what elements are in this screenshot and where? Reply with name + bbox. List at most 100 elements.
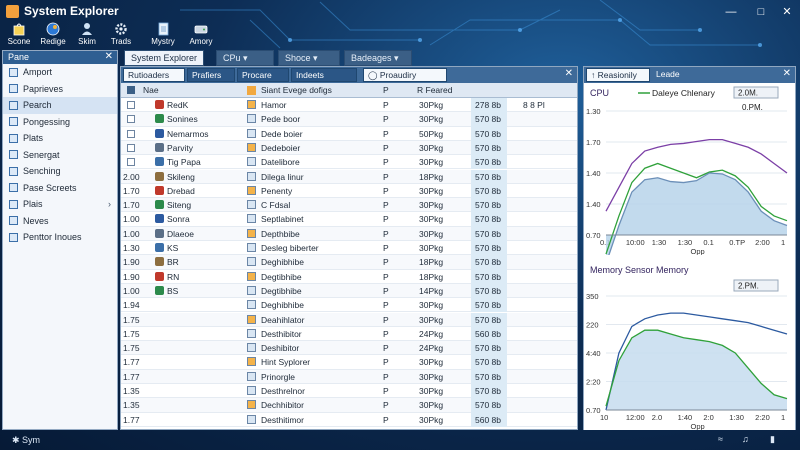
table-row[interactable]: 1.75 Deahihlator P 30Pkg 570 8b xyxy=(121,312,577,327)
process-description: Deghibhibe xyxy=(261,257,305,268)
chart-title: CPU xyxy=(590,88,609,98)
row-checkbox[interactable] xyxy=(127,115,135,124)
memory-value: 24Pkg xyxy=(419,328,444,339)
priority-value: P xyxy=(383,328,389,339)
table-row[interactable]: 1.35 Dechhibitor P 30Pkg 570 8b xyxy=(121,398,577,413)
tab-procare[interactable]: Procare xyxy=(237,68,289,82)
table-row[interactable]: RedK Hamor P 30Pkg 278 8b 8 8 Pl xyxy=(121,98,577,113)
wifi-icon: ≈ xyxy=(718,434,723,444)
x-tick-label: 0.1 xyxy=(703,238,713,247)
table-row[interactable]: 1.35 Desthrelnor P 30Pkg 570 8b xyxy=(121,384,577,399)
row-value: 1.35 xyxy=(123,386,140,396)
maximize-button[interactable]: □ xyxy=(752,5,770,19)
table-row[interactable]: 1.77 Prinorgle P 30Pkg 570 8b xyxy=(121,369,577,384)
sidebar-item[interactable]: Neves xyxy=(3,213,117,230)
size-value: 570 8b xyxy=(475,228,501,239)
table-row[interactable]: Sonines Pede boor P 30Pkg 570 8b xyxy=(121,112,577,127)
table-row[interactable]: 1.94 Deghibhibe P 30Pkg 570 8b xyxy=(121,298,577,313)
sidebar-item[interactable]: Pongessing xyxy=(3,114,117,131)
tab-system-explorer[interactable]: System Explorer xyxy=(124,50,205,66)
tab-proaudiry[interactable]: ◯ Proaudiry xyxy=(363,68,447,82)
file-icon xyxy=(247,257,256,267)
table-row[interactable]: 1.75 Deshibitor P 24Pkg 570 8b xyxy=(121,341,577,356)
row-checkbox[interactable] xyxy=(127,143,135,152)
row-value: 1.30 xyxy=(123,243,140,253)
tab-rutioaders[interactable]: Rutioaders xyxy=(123,68,185,82)
table-row[interactable]: 1.00 Sonra Septlabinet P 30Pkg 570 8b xyxy=(121,212,577,227)
y-tick-label: 0.70 xyxy=(586,231,601,240)
close-icon[interactable]: ✕ xyxy=(565,68,573,79)
row-checkbox[interactable] xyxy=(127,129,135,138)
toolbar-button-amory[interactable]: Amory xyxy=(182,22,220,50)
table-row[interactable]: 2.00 Skileng Dilega linur P 18Pkg 570 8b xyxy=(121,169,577,184)
table-row[interactable]: 1.77 Hint Syplorer P 30Pkg 570 8b xyxy=(121,355,577,370)
cpu-chart: CPU Daleye Chlenary 2.0M.0.PM.1.301.701.40… xyxy=(584,85,795,255)
y-tick-label: 350 xyxy=(586,292,599,301)
select-all-checkbox[interactable] xyxy=(127,86,135,94)
table-row[interactable]: 1.75 Desthibitor P 24Pkg 560 8b xyxy=(121,326,577,342)
tab-leade[interactable]: Leade xyxy=(652,68,684,82)
sidebar-item[interactable]: Senching xyxy=(3,163,117,180)
toolbar-label: Redige xyxy=(40,37,66,46)
toolbar-button-redige[interactable]: Redige xyxy=(34,22,72,50)
toolbar-button-skim[interactable]: Skim xyxy=(68,22,106,50)
file-icon xyxy=(247,171,256,181)
tab-reasionily[interactable]: ↑ Reasionily xyxy=(586,68,650,82)
document-tabs: System Explorer CPu ▾ Shoce ▾ Badeages ▾ xyxy=(122,50,582,66)
close-button[interactable]: ✕ xyxy=(778,5,796,19)
x-tick-label: 1 xyxy=(781,413,785,422)
table-row[interactable]: 1.90 RN Degtibhibe P 18Pkg 570 8b xyxy=(121,269,577,284)
app-icon xyxy=(6,5,19,18)
table-row[interactable]: 1.00 BS Degtibhibe P 14Pkg 570 8b xyxy=(121,283,577,299)
table-row[interactable]: 1.77 Desthitimor P 30Pkg 560 8b xyxy=(121,412,577,427)
column-header-name[interactable]: Nae xyxy=(143,85,159,95)
table-row[interactable]: 1.30 KS Desleg biberter P 30Pkg 570 8b xyxy=(121,241,577,256)
tab-shoce[interactable]: Shoce ▾ xyxy=(278,50,340,66)
toolbar-button-mystry[interactable]: Mystry xyxy=(144,22,182,50)
file-icon xyxy=(247,357,256,367)
sidebar-item[interactable]: Paprieves xyxy=(3,81,117,98)
process-name: BR xyxy=(167,257,179,268)
process-icon xyxy=(155,214,164,224)
table-row[interactable]: Parvity Dedeboier P 30Pkg 570 8b xyxy=(121,140,577,156)
toolbar-button-trads[interactable]: Trads xyxy=(102,22,140,50)
column-header-description[interactable]: Siant Evege dofigs xyxy=(261,85,332,95)
process-description: Hint Syplorer xyxy=(261,357,311,368)
row-checkbox[interactable] xyxy=(127,158,135,167)
sidebar-item[interactable]: Senergat xyxy=(3,147,117,164)
sidebar-item[interactable]: Plats xyxy=(3,130,117,147)
table-row[interactable]: 1.70 Siteng C Fdsal P 30Pkg 570 8b xyxy=(121,198,577,213)
minimize-button[interactable]: — xyxy=(722,5,740,19)
chevron-right-icon[interactable]: › xyxy=(108,199,111,209)
close-icon[interactable]: ✕ xyxy=(783,68,791,79)
tab-indeets[interactable]: Indeets xyxy=(291,68,357,82)
column-header-feared[interactable]: R Feared xyxy=(417,85,452,95)
sidebar-item[interactable]: Pase Screets xyxy=(3,180,117,197)
sidebar-item-label: Senergat xyxy=(23,149,60,160)
table-row[interactable]: Nemarmos Dede boier P 50Pkg 570 8b xyxy=(121,126,577,141)
memory-value: 50Pkg xyxy=(419,128,444,139)
file-icon xyxy=(247,200,256,210)
chart-title: Memory Sensor Memory xyxy=(590,265,689,275)
tab-cpu[interactable]: CPu ▾ xyxy=(216,50,274,66)
table-row[interactable]: 1.90 BR Deghibhibe P 18Pkg 570 8b xyxy=(121,255,577,270)
table-row[interactable]: 1.00 Dlaeoe Depthbibe P 30Pkg 570 8b xyxy=(121,226,577,241)
table-row[interactable]: 1.70 Drebad Penenty P 30Pkg 570 8b xyxy=(121,183,577,199)
sidebar-item[interactable]: Pearch xyxy=(3,97,117,114)
sidebar-item[interactable]: Penttor Inoues xyxy=(3,229,117,246)
close-icon[interactable]: ✕ xyxy=(105,51,113,62)
toolbar-button-scone[interactable]: Scone xyxy=(0,22,38,50)
tab-badeages[interactable]: Badeages ▾ xyxy=(344,50,412,66)
sidebar-item[interactable]: Amport xyxy=(3,64,117,81)
table-row[interactable]: Tig Papa Datelibore P 30Pkg 570 8b xyxy=(121,155,577,170)
process-name: Dlaeoe xyxy=(167,228,194,239)
process-description: Degtibhibe xyxy=(261,285,302,296)
sidebar-item[interactable]: Plais › xyxy=(3,196,117,213)
memory-value: 30Pkg xyxy=(419,157,444,168)
process-name: KS xyxy=(167,243,179,253)
memory-value: 14Pkg xyxy=(419,285,444,296)
row-checkbox[interactable] xyxy=(127,101,135,109)
process-name: Parvity xyxy=(167,142,193,153)
tab-prafiers[interactable]: Prafiers xyxy=(187,68,235,82)
process-icon xyxy=(155,157,164,167)
